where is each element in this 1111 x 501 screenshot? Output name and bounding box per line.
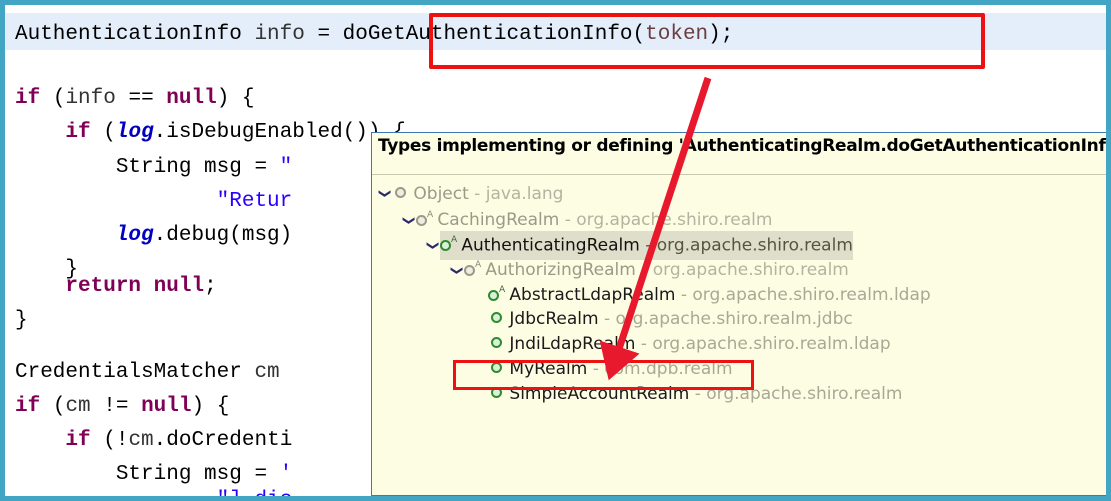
screenshot-root: AuthenticationInfo info = doGetAuthentic… [0, 0, 1111, 501]
code-token: info [65, 87, 116, 110]
code-token: " [279, 156, 293, 179]
tree-item-name: AbstractLdapRealm [504, 285, 676, 306]
tree-item-name: Object [408, 183, 469, 204]
tree-row[interactable]: ❯ Object - java.lang [372, 181, 1106, 206]
code-token: == [115, 87, 167, 110]
tree-item-package: - java.lang [468, 183, 564, 204]
tree-item-content: JdbcRealm - org.apache.shiro.realm.jdbc [488, 309, 853, 329]
tree-item-content: JndiLdapRealm - org.apache.shiro.realm.l… [488, 334, 891, 354]
tree-item-content: Object - java.lang [392, 184, 563, 204]
code-highlight-box [429, 13, 985, 69]
code-line: "] dic [15, 482, 293, 501]
abstract-marker-icon: A [451, 235, 458, 245]
code-token: if [15, 395, 41, 418]
code-token: if [65, 121, 91, 144]
code-token: c [279, 489, 293, 501]
code-token: if [65, 429, 91, 452]
code-line: return null; [15, 268, 217, 305]
tree-item-name: AuthorizingRealm [480, 260, 636, 281]
interface-grey-icon [392, 180, 408, 205]
abstract-marker-icon: A [427, 210, 434, 220]
code-token: != [90, 395, 142, 418]
code-token: "Retur [216, 190, 293, 213]
tree-item-package: - org.apache.shiro.realm.jdbc [598, 308, 853, 329]
tree-row[interactable]: A AbstractLdapRealm - org.apache.shiro.r… [372, 281, 1106, 308]
code-line: if (info == null) { [15, 80, 255, 117]
class-green-icon [488, 305, 504, 330]
popup-title: Types implementing or defining 'Authenti… [378, 136, 1111, 156]
code-token: String msg = [15, 156, 280, 179]
code-token: null [166, 87, 217, 110]
tree-row[interactable]: ❯A AuthorizingRealm - org.apache.shiro.r… [372, 256, 1106, 281]
tree-item-package: - org.apache.shiro.realm.ldap [635, 333, 891, 354]
code-token: } [15, 309, 28, 332]
tree-row[interactable]: ❯A AuthenticatingRealm - org.apache.shir… [372, 230, 1106, 260]
tree-item-content: A AuthorizingRealm - org.apache.shiro.re… [464, 260, 849, 280]
tree-item-name: CachingRealm [432, 210, 560, 231]
tree-item-name: JdbcRealm [504, 308, 599, 329]
code-token: cm [65, 395, 91, 418]
code-token: cm [254, 361, 280, 384]
code-line: if (cm != null) { [15, 388, 229, 425]
myrealm-highlight-box [453, 360, 754, 390]
code-token: ; [204, 275, 217, 298]
tree-item-package: - org.apache.shiro.realm [559, 210, 773, 231]
interface-green-icon: A [440, 230, 458, 259]
code-token: ( [40, 87, 66, 110]
code-token: ) { [216, 87, 255, 110]
abstract-marker-icon: A [499, 285, 506, 295]
code-token: .doCredenti [153, 429, 293, 452]
code-line: if (!cm.doCredenti [15, 422, 292, 459]
tree-item-name: JndiLdapRealm [504, 333, 636, 354]
code-token: return [65, 275, 142, 298]
tree-item-package: - org.apache.shiro.realm.ldap [675, 285, 931, 306]
popup-divider [372, 174, 1106, 175]
tree-item-package: - org.apache.shiro.realm [639, 235, 853, 256]
code-token: ) { [191, 395, 230, 418]
code-token: log [115, 121, 154, 144]
code-line: "Retur [15, 183, 293, 220]
code-token: .debug(msg) [153, 224, 293, 247]
code-token: CredentialsMatcher [15, 361, 255, 384]
code-line: log.debug(msg) [15, 217, 292, 254]
abstract-marker-icon: A [475, 260, 482, 270]
code-token: "] di [216, 489, 280, 501]
tree-row[interactable]: JdbcRealm - org.apache.shiro.realm.jdbc [372, 306, 1106, 331]
interface-grey-icon: A [416, 205, 434, 234]
code-line: if (log.isDebugEnabled()) { [15, 114, 406, 151]
tree-item-package: - org.apache.shiro.realm [635, 260, 849, 281]
code-token: info [254, 23, 305, 46]
code-line: String msg = " [15, 149, 292, 186]
tree-row[interactable]: JndiLdapRealm - org.apache.shiro.realm.l… [372, 331, 1106, 356]
code-token: cm [128, 429, 154, 452]
code-token: .isDebugEnabled()) { [153, 121, 406, 144]
tree-row[interactable]: ❯A CachingRealm - org.apache.shiro.realm [372, 206, 1106, 231]
code-token: ( [40, 395, 66, 418]
interface-grey-icon: A [464, 255, 482, 284]
code-line: } [15, 302, 28, 339]
tree-item-content: A CachingRealm - org.apache.shiro.realm [416, 210, 772, 230]
type-hierarchy-popup[interactable]: Types implementing or defining 'Authenti… [371, 132, 1111, 496]
code-token: null [153, 275, 205, 298]
code-token: null [141, 395, 192, 418]
tree-item-name: AuthenticatingRealm [456, 235, 640, 256]
code-token: log [115, 224, 154, 247]
code-token: if [15, 87, 41, 110]
code-line: CredentialsMatcher cm [15, 354, 280, 391]
code-token: AuthenticationInfo [15, 23, 255, 46]
tree-item-content: A AbstractLdapRealm - org.apache.shiro.r… [488, 285, 931, 305]
code-token: (! [90, 429, 129, 452]
code-token: ( [90, 121, 116, 144]
class-green-icon [488, 330, 504, 355]
